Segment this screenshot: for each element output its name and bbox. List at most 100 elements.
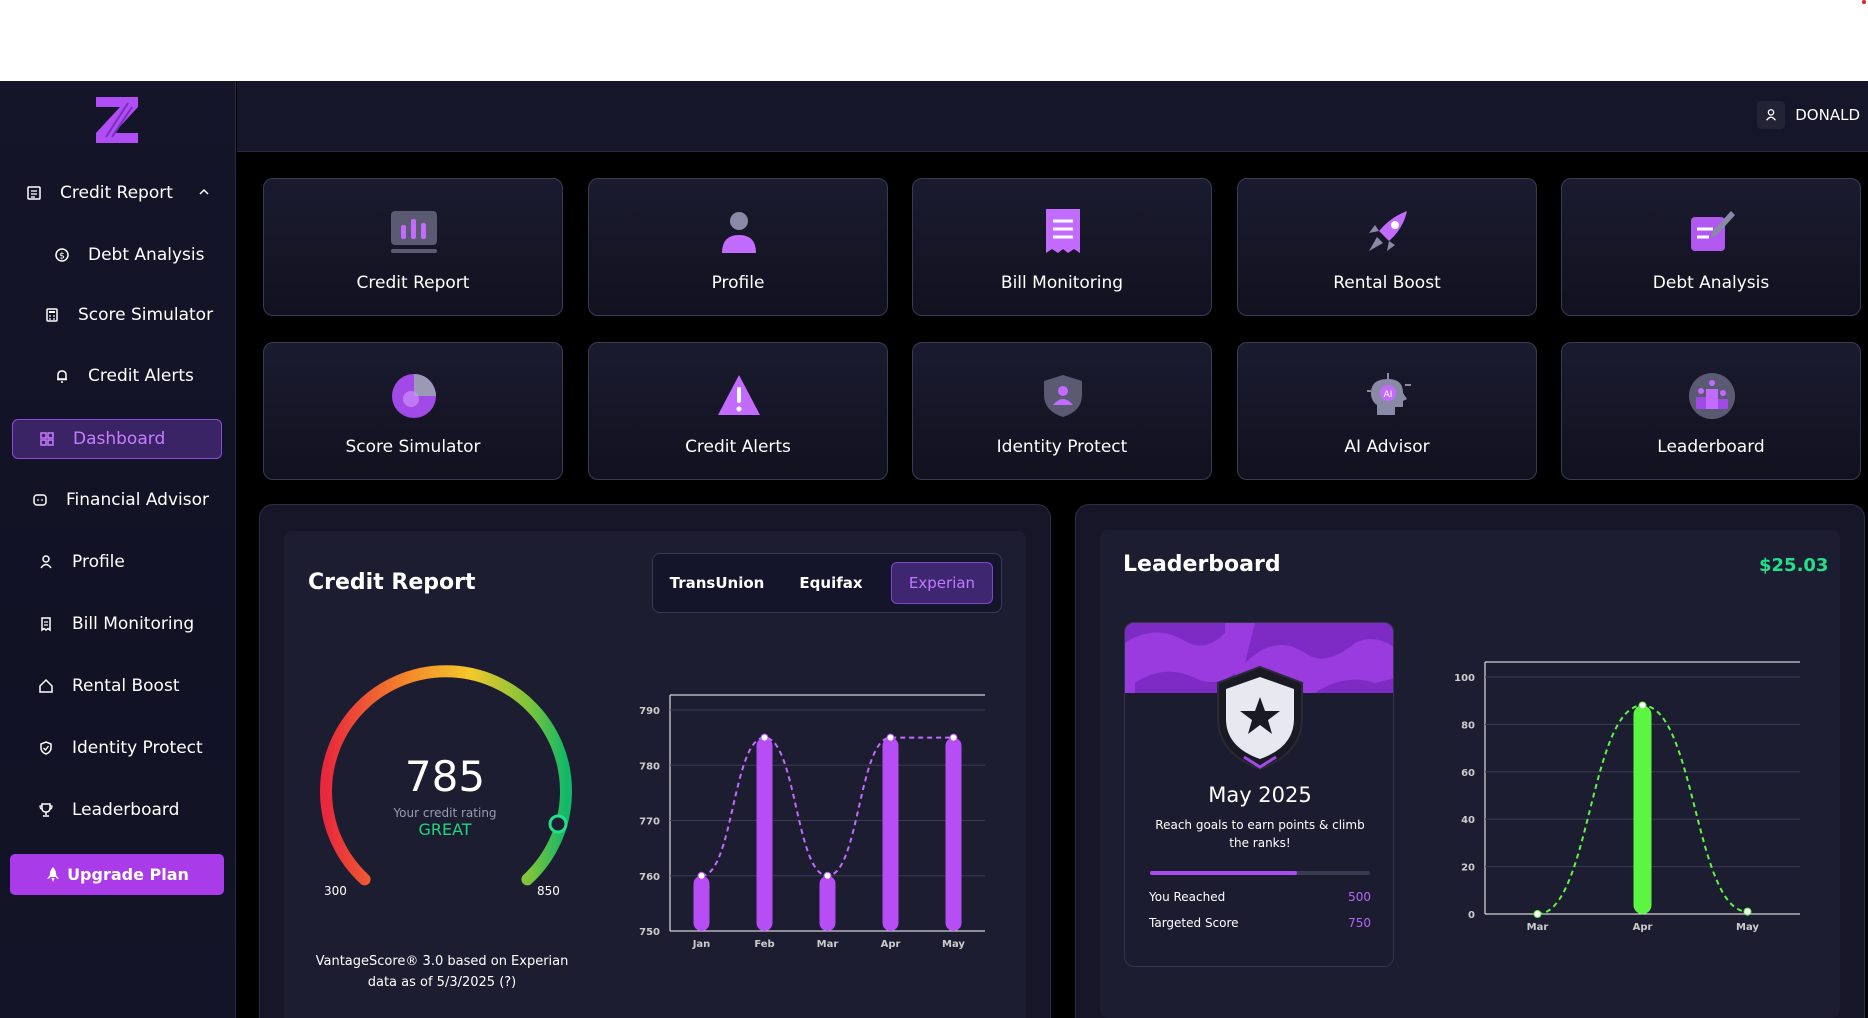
podium-icon bbox=[1689, 373, 1735, 419]
tile-score-simulator[interactable]: Score Simulator bbox=[263, 342, 563, 480]
x-tick-label: Apr bbox=[881, 939, 901, 950]
y-tick-label: 20 bbox=[1461, 863, 1475, 874]
leaderboard-month-card: May 2025 Reach goals to earn points & cl… bbox=[1124, 622, 1394, 967]
tile-label: AI Advisor bbox=[1344, 437, 1430, 457]
bill-icon bbox=[36, 614, 56, 634]
gauge-knob bbox=[548, 814, 568, 834]
top-header: DONALD bbox=[237, 81, 1868, 152]
warning-icon bbox=[718, 375, 760, 415]
bar-apr bbox=[882, 737, 899, 931]
bar-jan bbox=[693, 875, 710, 931]
tile-leaderboard[interactable]: Leaderboard bbox=[1561, 342, 1861, 480]
tile-rental-boost[interactable]: Rental Boost bbox=[1237, 178, 1537, 316]
sidebar-item-label: Credit Report bbox=[60, 183, 173, 203]
rocket-icon bbox=[47, 866, 60, 882]
bill-icon bbox=[1046, 209, 1080, 253]
tab-equifax[interactable]: Equifax bbox=[777, 562, 885, 604]
sidebar-item-label: Credit Alerts bbox=[88, 366, 194, 386]
leaderboard-progress-fill bbox=[1150, 871, 1297, 875]
y-tick-label: 750 bbox=[639, 927, 660, 938]
tile-credit-alerts[interactable]: Credit Alerts bbox=[588, 342, 888, 480]
data-point-may bbox=[949, 733, 958, 742]
person-icon bbox=[36, 552, 56, 572]
tile-credit-report[interactable]: Credit Report bbox=[263, 178, 563, 316]
sidebar: Credit Report $ Debt Analysis Score Simu… bbox=[0, 81, 236, 1018]
tile-label: Bill Monitoring bbox=[1000, 273, 1124, 293]
y-tick-label: 80 bbox=[1461, 720, 1475, 731]
reached-label: You Reached bbox=[1149, 890, 1226, 904]
y-tick-label: 790 bbox=[639, 706, 660, 717]
sidebar-item-label: Rental Boost bbox=[72, 676, 180, 696]
sidebar-item-debt-analysis[interactable]: $ Debt Analysis bbox=[12, 235, 222, 275]
upgrade-plan-button[interactable]: Upgrade Plan bbox=[10, 854, 224, 895]
credit-score-caption: Your credit rating bbox=[393, 806, 497, 820]
x-tick-label: May bbox=[1736, 922, 1759, 933]
sidebar-item-label: Profile bbox=[72, 552, 125, 572]
sidebar-item-financial-advisor[interactable]: Financial Advisor bbox=[12, 480, 222, 520]
tile-label: Leaderboard bbox=[1657, 437, 1765, 457]
tile-debt-analysis[interactable]: Debt Analysis bbox=[1561, 178, 1861, 316]
tile-label: Rental Boost bbox=[1333, 273, 1441, 293]
sidebar-item-credit-report[interactable]: Credit Report bbox=[12, 173, 222, 213]
user-name: DONALD bbox=[1795, 106, 1860, 124]
sidebar-item-dashboard[interactable]: Dashboard bbox=[12, 419, 222, 459]
sidebar-item-rental-boost[interactable]: Rental Boost bbox=[12, 666, 222, 706]
trophy-icon bbox=[36, 800, 56, 820]
tile-bill-monitoring[interactable]: Bill Monitoring bbox=[912, 178, 1212, 316]
gauge-max-label: 850 bbox=[537, 884, 560, 898]
tile-ai-advisor[interactable]: AI AI Advisor bbox=[1237, 342, 1537, 480]
sidebar-item-score-simulator[interactable]: Score Simulator bbox=[12, 295, 222, 335]
edit-document-icon bbox=[1691, 211, 1735, 251]
sidebar-item-label: Identity Protect bbox=[72, 738, 203, 758]
x-tick-label: May bbox=[942, 939, 965, 950]
grid-icon bbox=[37, 429, 57, 449]
data-point-mar bbox=[823, 871, 832, 880]
sidebar-item-identity-protect[interactable]: Identity Protect bbox=[12, 728, 222, 768]
brand-logo bbox=[96, 97, 138, 143]
y-tick-label: 100 bbox=[1454, 673, 1475, 684]
sidebar-item-label: Bill Monitoring bbox=[72, 614, 195, 634]
reached-value: 500 bbox=[1348, 890, 1371, 904]
sidebar-item-bill-monitoring[interactable]: Bill Monitoring bbox=[12, 604, 222, 644]
tile-label: Debt Analysis bbox=[1652, 273, 1770, 293]
leaderboard-month: May 2025 bbox=[1208, 783, 1312, 807]
credit-score-history-chart: 750 760 770 780 790 Jan Feb Mar Apr May bbox=[639, 694, 985, 950]
calculator-icon bbox=[42, 305, 62, 325]
user-menu[interactable]: DONALD bbox=[1757, 101, 1860, 129]
target-row: Targeted Score 750 bbox=[1149, 916, 1371, 930]
y-tick-label: 0 bbox=[1468, 910, 1475, 921]
sidebar-item-label: Financial Advisor bbox=[66, 490, 209, 510]
leaderboard-progress-bar bbox=[1150, 871, 1370, 875]
reached-row: You Reached 500 bbox=[1149, 890, 1371, 904]
tile-label: Profile bbox=[711, 273, 765, 293]
shield-icon bbox=[36, 738, 56, 758]
sidebar-item-leaderboard[interactable]: Leaderboard bbox=[12, 790, 222, 830]
sidebar-item-label: Debt Analysis bbox=[88, 245, 205, 265]
sidebar-item-label: Leaderboard bbox=[72, 800, 180, 820]
y-tick-label: 770 bbox=[639, 817, 660, 828]
sidebar-item-credit-alerts[interactable]: Credit Alerts bbox=[12, 356, 222, 396]
person-icon bbox=[722, 212, 756, 253]
bell-icon bbox=[52, 366, 72, 386]
user-icon bbox=[1766, 109, 1777, 121]
svg-text:AI: AI bbox=[1384, 390, 1393, 400]
tile-identity-protect[interactable]: Identity Protect bbox=[912, 342, 1212, 480]
data-point-may bbox=[1743, 907, 1752, 916]
tile-label: Credit Alerts bbox=[685, 437, 791, 457]
data-point-feb bbox=[760, 733, 769, 742]
leaderboard-description: Reach goals to earn points & climb the r… bbox=[1155, 818, 1365, 850]
chevron-up-icon[interactable] bbox=[198, 186, 210, 198]
dollar-circle-icon: $ bbox=[52, 245, 72, 265]
target-label: Targeted Score bbox=[1149, 916, 1239, 930]
rocket-icon bbox=[1369, 211, 1407, 251]
x-tick-label: Mar bbox=[1527, 922, 1549, 933]
data-point-mar bbox=[1533, 910, 1542, 918]
tab-transunion[interactable]: TransUnion bbox=[663, 562, 771, 604]
bar-apr bbox=[1633, 705, 1652, 914]
sidebar-item-profile[interactable]: Profile bbox=[12, 542, 222, 582]
tile-profile[interactable]: Profile bbox=[588, 178, 888, 316]
tile-label: Credit Report bbox=[356, 273, 470, 293]
tab-experian[interactable]: Experian bbox=[891, 562, 993, 604]
x-tick-label: Jan bbox=[692, 939, 711, 950]
sidebar-item-label: Dashboard bbox=[73, 429, 166, 449]
